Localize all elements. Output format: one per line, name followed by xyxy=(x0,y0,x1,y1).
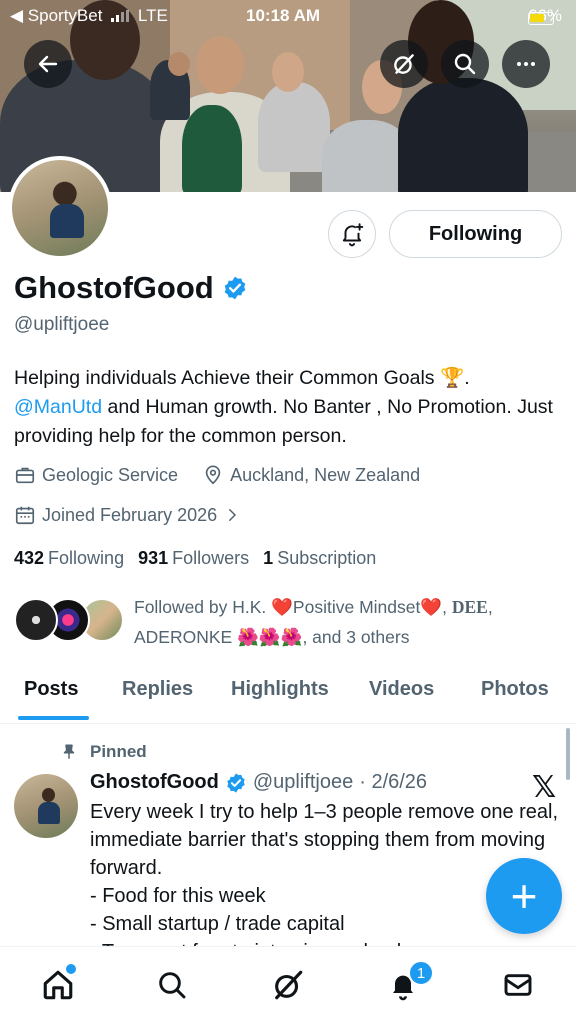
active-tab-indicator xyxy=(18,716,89,720)
messages-icon xyxy=(504,974,532,996)
following-count-link[interactable]: 432 Following xyxy=(14,548,124,569)
follower-avatar[interactable] xyxy=(14,598,58,642)
search-icon xyxy=(454,53,476,75)
post-header: GhostofGood @upliftjoee · 2/6/26 xyxy=(90,771,427,794)
pinned-label: Pinned xyxy=(60,742,147,762)
profile-name: GhostofGood xyxy=(14,270,248,306)
search-icon xyxy=(159,972,186,999)
verified-badge-icon xyxy=(224,276,246,300)
calendar-icon xyxy=(15,506,35,525)
more-button[interactable] xyxy=(502,40,550,88)
post-text[interactable]: Every week I try to help 1–3 people remo… xyxy=(90,798,560,946)
profile-joined-row[interactable]: Joined February 2026 xyxy=(14,504,241,526)
compose-post-button[interactable]: + xyxy=(486,858,562,934)
plus-icon: + xyxy=(510,870,538,922)
notifications-subscribe-button[interactable] xyxy=(328,210,376,258)
chevron-right-icon xyxy=(229,509,237,521)
bell-plus-icon xyxy=(342,223,364,247)
nav-messages[interactable] xyxy=(498,965,538,1005)
profile-meta-row: Geologic Service Auckland, New Zealand xyxy=(14,464,420,486)
pin-icon xyxy=(63,744,75,759)
more-horizontal-icon xyxy=(517,62,535,66)
profile-location: Auckland, New Zealand xyxy=(230,464,421,485)
back-button[interactable] xyxy=(24,40,72,88)
tab-highlights[interactable]: Highlights xyxy=(231,678,329,701)
location-pin-icon xyxy=(205,465,221,485)
display-name: GhostofGood xyxy=(14,270,214,305)
grok-button[interactable] xyxy=(380,40,428,88)
bio-text: Helping individuals Achieve their Common… xyxy=(14,367,470,389)
tab-replies[interactable]: Replies xyxy=(122,678,193,701)
post-body-clip: Every week I try to help 1–3 people remo… xyxy=(0,798,576,946)
profile-category: Geologic Service xyxy=(42,464,179,485)
grok-icon xyxy=(275,970,303,1000)
scrollbar[interactable] xyxy=(566,728,570,780)
tab-photos[interactable]: Photos xyxy=(481,678,549,701)
followers-count-link[interactable]: 931 Followers xyxy=(138,548,249,569)
status-carrier: ◀ SportyBet LTE xyxy=(10,6,168,25)
grok-icon xyxy=(394,54,414,74)
bottom-navigation xyxy=(0,946,576,1024)
followed-by-text[interactable]: Followed by H.K. ❤️Positive Mindset❤️, D… xyxy=(134,592,554,652)
status-time: 10:18 AM xyxy=(246,6,321,25)
profile-handle: @upliftjoee xyxy=(14,314,110,335)
profile-avatar[interactable] xyxy=(8,156,112,260)
profile-counts: 432 Following 931 Followers 1 Subscription xyxy=(14,548,376,569)
search-button[interactable] xyxy=(441,40,489,88)
arrow-left-icon xyxy=(38,55,58,73)
briefcase-icon xyxy=(15,467,35,484)
post-author-name[interactable]: GhostofGood xyxy=(90,771,219,794)
nav-grok[interactable] xyxy=(268,965,308,1005)
profile-joined-date: Joined February 2026 xyxy=(42,504,218,525)
status-bar: ◀ SportyBet LTE 10:18 AM 66% xyxy=(0,0,576,32)
battery-icon xyxy=(527,12,554,25)
notification-badge: 1 xyxy=(408,960,434,986)
home-unread-dot xyxy=(66,964,76,974)
post-date: · 2/6/26 xyxy=(359,771,428,793)
profile-bio: Helping individuals Achieve their Common… xyxy=(14,364,566,451)
following-button[interactable]: Following xyxy=(389,210,562,258)
tab-posts[interactable]: Posts xyxy=(24,678,78,701)
verified-badge-icon xyxy=(227,772,245,793)
bio-mention-link[interactable]: @ManUtd xyxy=(14,396,102,418)
post-author-handle: @upliftjoee xyxy=(252,771,354,793)
tab-videos[interactable]: Videos xyxy=(369,678,434,701)
status-battery: 66% xyxy=(527,6,562,25)
subscription-count-link[interactable]: 1 Subscription xyxy=(263,548,376,569)
nav-search[interactable] xyxy=(152,965,192,1005)
